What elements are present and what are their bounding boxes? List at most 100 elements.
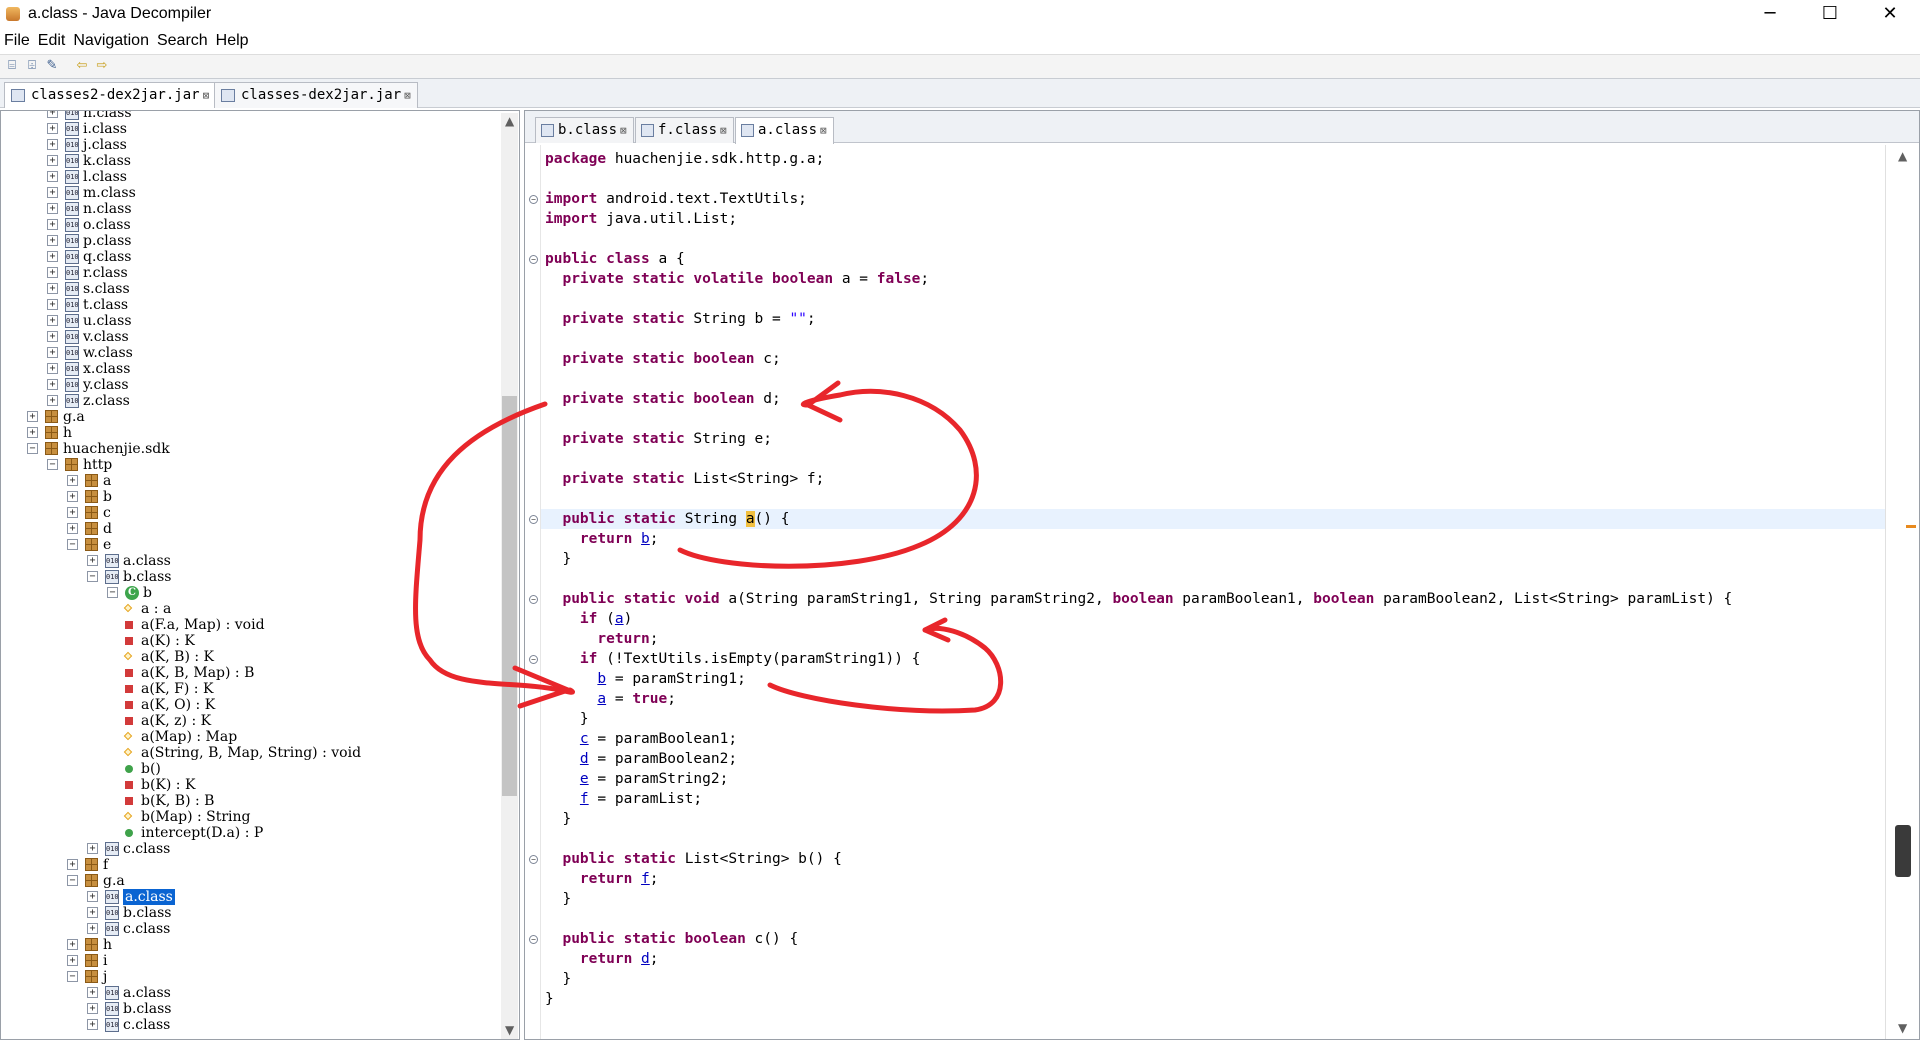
pin-icon[interactable]: ✎ <box>44 59 60 73</box>
code-line[interactable]: if (!TextUtils.isEmpty(paramString1)) { <box>545 649 920 669</box>
tree-node[interactable]: a(K, z) : K <box>1 713 499 729</box>
tree-node[interactable]: a(String, B, Map, String) : void <box>1 745 499 761</box>
expand-icon[interactable]: + <box>47 235 58 246</box>
expand-icon[interactable]: + <box>47 267 58 278</box>
code-line[interactable]: private static volatile boolean a = fals… <box>545 269 929 289</box>
code-line[interactable]: public static boolean c() { <box>545 929 798 949</box>
tree-node[interactable]: + h <box>1 425 499 441</box>
tree-node[interactable]: +010 c.class <box>1 841 499 857</box>
expand-icon[interactable]: + <box>47 331 58 342</box>
expand-icon[interactable]: + <box>47 347 58 358</box>
close-icon[interactable]: ⊠ <box>203 89 210 102</box>
expand-icon[interactable]: + <box>47 395 58 406</box>
forward-arrow-icon[interactable]: ⇨ <box>94 59 110 73</box>
tree-node[interactable]: + a <box>1 473 499 489</box>
expand-icon[interactable]: + <box>47 139 58 150</box>
tree-node[interactable]: +010 x.class <box>1 361 499 377</box>
expand-icon[interactable]: + <box>47 111 58 118</box>
tree-node[interactable]: +010 b.class <box>1 905 499 921</box>
code-line[interactable]: public static void a(String paramString1… <box>545 589 1732 609</box>
expand-icon[interactable]: + <box>67 475 78 486</box>
code-line[interactable]: private static boolean d; <box>545 389 780 409</box>
close-icon[interactable]: ⊠ <box>404 89 411 102</box>
tree-node[interactable]: +010 a.class <box>1 553 499 569</box>
tree-node[interactable]: a(K, B, Map) : B <box>1 665 499 681</box>
close-icon[interactable]: ⊠ <box>720 124 727 137</box>
tree-node[interactable]: a(Map) : Map <box>1 729 499 745</box>
tree-node[interactable]: + f <box>1 857 499 873</box>
editor-tab[interactable]: b.class ⊠ <box>535 117 634 143</box>
expand-icon[interactable]: + <box>47 315 58 326</box>
collapse-icon[interactable]: − <box>107 587 118 598</box>
tree-node[interactable]: a(F.a, Map) : void <box>1 617 499 633</box>
expand-icon[interactable]: + <box>87 1003 98 1014</box>
tree-node[interactable]: +010 h.class <box>1 111 499 121</box>
maximize-button[interactable]: ☐ <box>1800 0 1860 30</box>
code-line[interactable]: e = paramString2; <box>545 769 728 789</box>
tree-node[interactable]: +010 u.class <box>1 313 499 329</box>
expand-icon[interactable]: + <box>67 859 78 870</box>
tree-node[interactable]: b(K) : K <box>1 777 499 793</box>
expand-icon[interactable]: + <box>87 1019 98 1030</box>
code-line[interactable]: return; <box>545 629 658 649</box>
code-line[interactable]: return b; <box>545 529 659 549</box>
search-marker[interactable] <box>1906 525 1916 528</box>
tree-node[interactable]: +010 j.class <box>1 137 499 153</box>
tree-node[interactable]: b(K, B) : B <box>1 793 499 809</box>
tree-node[interactable]: − huachenjie.sdk <box>1 441 499 457</box>
jar-tab[interactable]: classes2-dex2jar.jar ⊠ <box>4 82 217 108</box>
code-line[interactable]: private static String b = ""; <box>545 309 815 329</box>
code-line[interactable]: } <box>545 989 554 1009</box>
code-line[interactable]: } <box>545 969 571 989</box>
expand-icon[interactable]: + <box>47 299 58 310</box>
code-line[interactable]: private static boolean c; <box>545 349 780 369</box>
collapse-icon[interactable]: − <box>87 571 98 582</box>
expand-icon[interactable]: + <box>47 187 58 198</box>
code-line[interactable]: c = paramBoolean1; <box>545 729 737 749</box>
code-line[interactable]: } <box>545 889 571 909</box>
tree-node[interactable]: +010 l.class <box>1 169 499 185</box>
tree-node[interactable]: +010 b.class <box>1 1001 499 1017</box>
code-line[interactable]: private static String e; <box>545 429 772 449</box>
expand-icon[interactable]: + <box>87 555 98 566</box>
expand-icon[interactable]: + <box>47 379 58 390</box>
tree-node[interactable]: +010 q.class <box>1 249 499 265</box>
code-line[interactable]: import java.util.List; <box>545 209 737 229</box>
tree-node[interactable]: a(K) : K <box>1 633 499 649</box>
tree-node[interactable]: + g.a <box>1 409 499 425</box>
editor-tab[interactable]: a.class ⊠ <box>735 117 834 144</box>
code-line[interactable]: a = true; <box>545 689 676 709</box>
fold-toggle-icon[interactable]: − <box>529 655 538 664</box>
tree-node[interactable]: + c <box>1 505 499 521</box>
close-icon[interactable]: ⊠ <box>620 124 627 137</box>
tree-node[interactable]: − g.a <box>1 873 499 889</box>
expand-icon[interactable]: + <box>87 923 98 934</box>
editor-scroll-thumb[interactable] <box>1895 825 1911 877</box>
menu-search[interactable]: Search <box>153 30 212 52</box>
scroll-up-icon[interactable]: ▲ <box>1898 150 1908 162</box>
expand-icon[interactable]: + <box>47 155 58 166</box>
expand-icon[interactable]: + <box>67 507 78 518</box>
code-line[interactable]: public static List<String> b() { <box>545 849 841 869</box>
fold-toggle-icon[interactable]: − <box>529 515 538 524</box>
tree-node[interactable]: +010 c.class <box>1 1017 499 1033</box>
tree-node[interactable]: + i <box>1 953 499 969</box>
tree-node[interactable]: +010 w.class <box>1 345 499 361</box>
open-file-icon[interactable]: ⌹ <box>24 59 40 73</box>
tree-node[interactable]: +010 a.class <box>1 889 499 905</box>
expand-icon[interactable]: + <box>47 171 58 182</box>
code-view[interactable]: package huachenjie.sdk.http.g.a; − import … <box>525 145 1887 1039</box>
tree-node[interactable]: − e <box>1 537 499 553</box>
expand-icon[interactable]: + <box>67 939 78 950</box>
expand-icon[interactable]: + <box>47 283 58 294</box>
menu-edit[interactable]: Edit <box>34 30 70 52</box>
editor-scrollbar[interactable]: ▲ ▼ <box>1885 145 1919 1039</box>
code-line[interactable]: d = paramBoolean2; <box>545 749 737 769</box>
fold-toggle-icon[interactable]: − <box>529 855 538 864</box>
tree-node[interactable]: +010 m.class <box>1 185 499 201</box>
jar-tab[interactable]: classes-dex2jar.jar ⊠ <box>214 82 418 108</box>
tree-node[interactable]: a(K, F) : K <box>1 681 499 697</box>
code-line[interactable]: } <box>545 549 571 569</box>
open-folder-icon[interactable]: ⌸ <box>4 59 20 73</box>
code-line[interactable]: b = paramString1; <box>545 669 745 689</box>
